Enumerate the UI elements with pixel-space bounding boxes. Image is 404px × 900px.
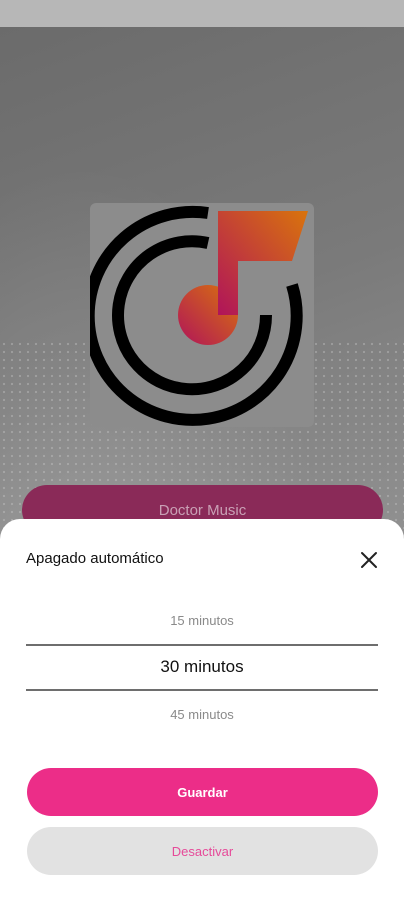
status-bar	[0, 0, 404, 27]
sleep-timer-sheet: Apagado automático 15 minutos 30 minutos…	[0, 519, 404, 900]
save-button[interactable]: Guardar	[27, 768, 378, 816]
picker-divider-bottom	[26, 689, 378, 691]
save-button-label: Guardar	[177, 784, 228, 800]
timer-option[interactable]: 45 minutos	[26, 707, 378, 722]
picker-divider-top	[26, 644, 378, 646]
sheet-title: Apagado automático	[26, 550, 164, 567]
album-cover	[90, 203, 314, 427]
deactivate-button-label: Desactivar	[171, 843, 234, 859]
close-button[interactable]	[356, 547, 382, 573]
artist-button-label: Doctor Music	[158, 501, 247, 519]
doctor-music-logo-icon	[90, 205, 308, 426]
close-icon	[361, 552, 377, 568]
deactivate-button[interactable]: Desactivar	[27, 827, 378, 875]
timer-option[interactable]: 15 minutos	[26, 613, 378, 628]
timer-picker[interactable]: 15 minutos 30 minutos 45 minutos	[26, 599, 378, 739]
timer-option-selected[interactable]: 30 minutos	[26, 657, 378, 677]
